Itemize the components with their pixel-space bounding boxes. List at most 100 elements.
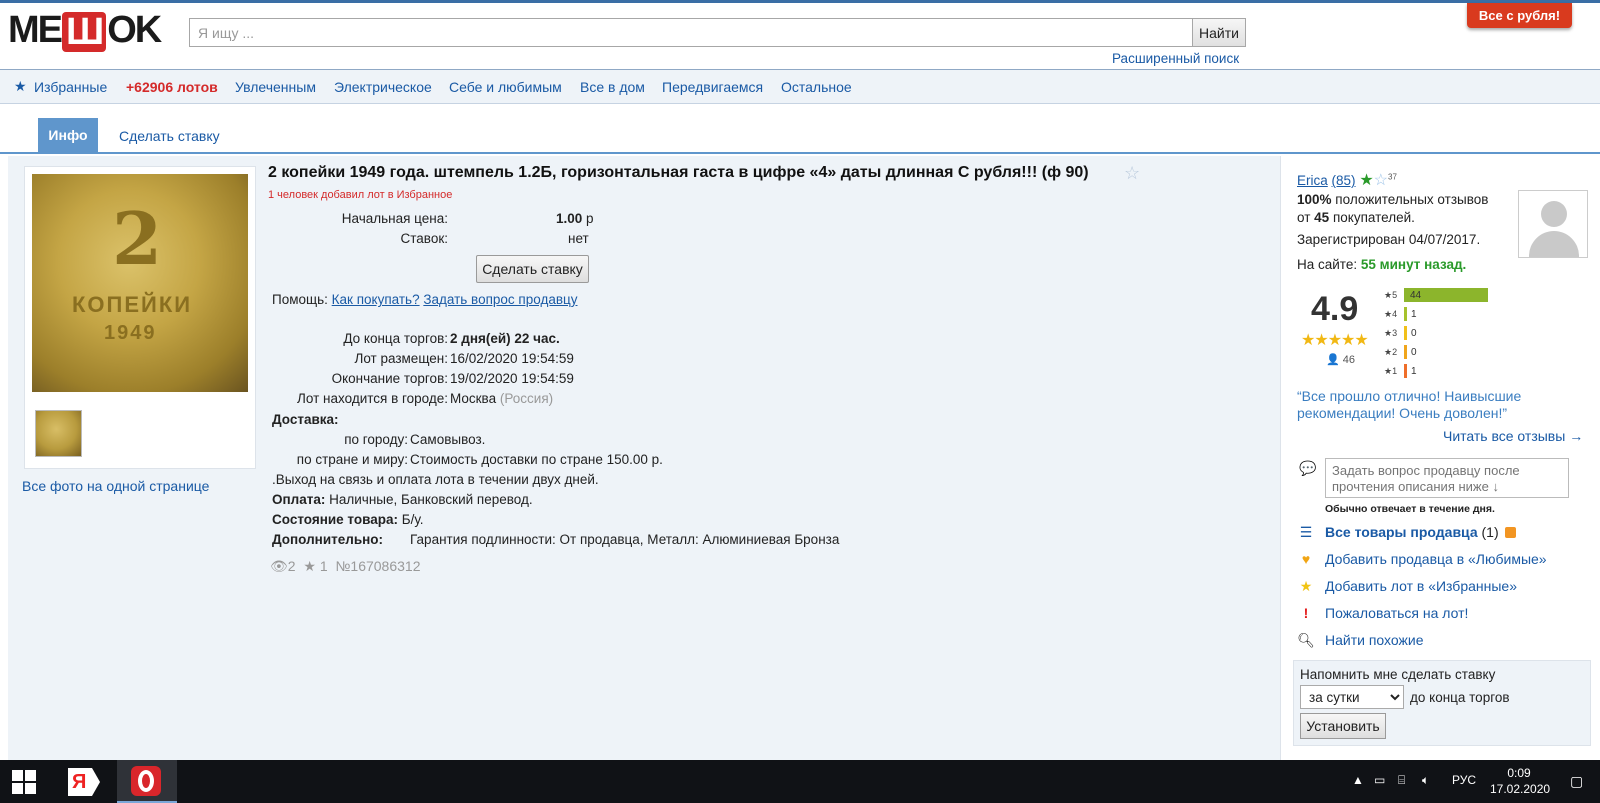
add-lot-fav-link[interactable]: Добавить лот в «Избранные» (1325, 578, 1517, 594)
promo-badge[interactable]: Все с рубля! (1467, 3, 1572, 28)
read-all-reviews-link[interactable]: Читать все отзывы → (1443, 428, 1583, 444)
list-icon: ☰ (1299, 524, 1313, 540)
bids-value: нет (568, 231, 589, 246)
tab-make-bid[interactable]: Сделать ставку (119, 128, 220, 144)
rating-bar-count: 0 (1411, 347, 1417, 358)
rating-bar-label: ★4 (1384, 309, 1398, 319)
lot-content: 2 КОПЕЙКИ 1949 Все фото на одной страниц… (8, 156, 1280, 760)
lot-thumbnail[interactable] (35, 410, 82, 457)
nav-item-self[interactable]: Себе и любимым (449, 79, 562, 95)
nav-item-hobby[interactable]: Увлеченным (235, 79, 316, 95)
tabs-underline (0, 152, 1600, 154)
positive-feedback: 100% положительных отзывов (1297, 192, 1489, 207)
site-header: MEШOK Найти Расширенный поиск Все с рубл… (0, 0, 1600, 70)
tab-info[interactable]: Инфо (38, 118, 98, 153)
clock-date: 17.02.2020 (1490, 782, 1551, 796)
avatar[interactable] (1518, 190, 1588, 258)
rating-bar-count: 1 (1411, 309, 1417, 320)
review-quote: “Все прошло отлично! Наивысшие рекоменда… (1297, 388, 1522, 421)
search-button[interactable]: Найти (1192, 18, 1246, 47)
ask-seller-link[interactable]: Задать вопрос продавцу (423, 292, 577, 307)
rss-icon[interactable] (1504, 527, 1516, 538)
coin-denomination: 2 (112, 196, 163, 281)
rating-bar (1404, 364, 1407, 378)
tray-expand-icon[interactable]: ▲ (1352, 773, 1364, 787)
city-delivery-label: по городу: (344, 432, 408, 447)
nav-item-electric[interactable]: Электрическое (334, 79, 432, 95)
favorite-star-icon[interactable]: ☆ (1124, 163, 1140, 184)
registered-date: Зарегистрирован 04/07/2017. (1297, 232, 1481, 247)
country-delivery-value: Стоимость доставки по стране 150.00 р. (410, 452, 663, 467)
seller-feedback-count[interactable]: (85) (1332, 173, 1356, 188)
help-row: Помощь: Как покупать? Задать вопрос прод… (272, 292, 578, 307)
opera-browser-icon[interactable] (117, 760, 177, 803)
nav-item-home[interactable]: Все в дом (580, 79, 645, 95)
city-value: Москва (Россия) (450, 391, 554, 406)
site-logo[interactable]: ME Ш OK (8, 9, 178, 52)
clock-time: 0:09 (1507, 766, 1531, 780)
rating-bar-count: 44 (1410, 290, 1422, 301)
reminder-period-select[interactable]: за сутки (1300, 685, 1404, 709)
language-indicator[interactable]: РУС (1452, 773, 1476, 787)
category-nav: ★ Избранные +62906 лотов Увлеченным Элек… (0, 70, 1600, 104)
nav-item-other[interactable]: Остальное (781, 79, 852, 95)
nav-lots-count[interactable]: +62906 лотов (126, 79, 218, 95)
nav-item-transport[interactable]: Передвигаемся (662, 79, 763, 95)
rating-bar-label: ★1 (1384, 366, 1398, 376)
lot-number: №167086312 (335, 558, 421, 574)
battery-icon[interactable]: ▭ (1374, 773, 1385, 787)
yandex-browser-icon[interactable]: Я (54, 760, 114, 803)
set-reminder-button[interactable]: Установить (1300, 713, 1386, 739)
condition-row: Состояние товара: Б/у. (272, 512, 424, 527)
ends-in-label: До конца торгов: (343, 331, 448, 346)
country-delivery-label: по стране и миру: (296, 452, 408, 467)
find-similar-link[interactable]: Найти похожие (1325, 632, 1424, 648)
seller-badge-number: 37 (1388, 172, 1397, 182)
network-icon[interactable]: ⌸ (1398, 773, 1405, 788)
avatar-body (1529, 231, 1579, 257)
extra-value: Гарантия подлинности: От продавца, Метал… (410, 532, 840, 547)
lot-main-image[interactable]: 2 КОПЕЙКИ 1949 (32, 174, 248, 392)
add-seller-fav-link[interactable]: Добавить продавца в «Любимые» (1325, 551, 1547, 567)
search-input[interactable] (189, 18, 1193, 47)
coin-word: КОПЕЙКИ (72, 292, 193, 317)
user-icon: 👤 (1326, 354, 1340, 366)
start-price-label: Начальная цена: (341, 211, 448, 226)
all-photos-link[interactable]: Все фото на одной странице (22, 478, 209, 494)
lot-stats: 👁2 ★ 1 №167086312 (270, 558, 420, 575)
star-icon: ★ (1299, 578, 1313, 594)
delivery-note: .Выход на связь и оплата лота в течении … (272, 472, 599, 487)
star-count-icon: ★ (303, 558, 316, 574)
reminder-title: Напомнить мне сделать ставку (1300, 667, 1496, 682)
volume-icon[interactable]: 🔈︎ (1422, 773, 1429, 788)
rating-stars-icon: ★★★★★ (1301, 332, 1369, 349)
bids-label: Ставок: (400, 231, 448, 246)
start-price-value: 1.00 р (556, 211, 594, 226)
logo-text-right: OK (107, 9, 162, 51)
eye-icon: 👁 (270, 558, 288, 574)
make-bid-button[interactable]: Сделать ставку (476, 255, 589, 283)
extra-label: Дополнительно: (272, 532, 384, 547)
system-clock[interactable]: 0:09 17.02.2020 (1490, 765, 1551, 797)
city-label: Лот находится в городе: (297, 391, 448, 406)
report-lot-link[interactable]: Пожаловаться на лот! (1325, 605, 1468, 621)
views-count: 2 (287, 558, 296, 574)
search-icon: 🔍︎ (1297, 632, 1315, 648)
windows-start-icon[interactable] (12, 770, 36, 794)
notifications-icon[interactable]: ▢ (1570, 773, 1583, 790)
rating-bar-count: 1 (1411, 366, 1417, 377)
warning-icon: ! (1303, 605, 1309, 621)
rating-bar (1404, 307, 1407, 321)
end-value: 19/02/2020 19:54:59 (450, 371, 574, 386)
all-seller-goods-link[interactable]: Все товары продавца (1325, 524, 1478, 540)
rating-bar-label: ★3 (1384, 328, 1398, 338)
ask-seller-field[interactable] (1325, 458, 1569, 498)
stars-count: 1 (319, 558, 328, 574)
advanced-search-link[interactable]: Расширенный поиск (1112, 51, 1239, 66)
how-to-buy-link[interactable]: Как покупать? (332, 292, 420, 307)
seller-name-link[interactable]: Erica (1297, 173, 1328, 188)
rating-bar-label: ★5 (1384, 290, 1398, 300)
nav-favorites[interactable]: Избранные (34, 79, 107, 95)
rating-bar (1404, 326, 1407, 340)
favorites-note: 1 человек добавил лот в Избранное (268, 189, 453, 201)
